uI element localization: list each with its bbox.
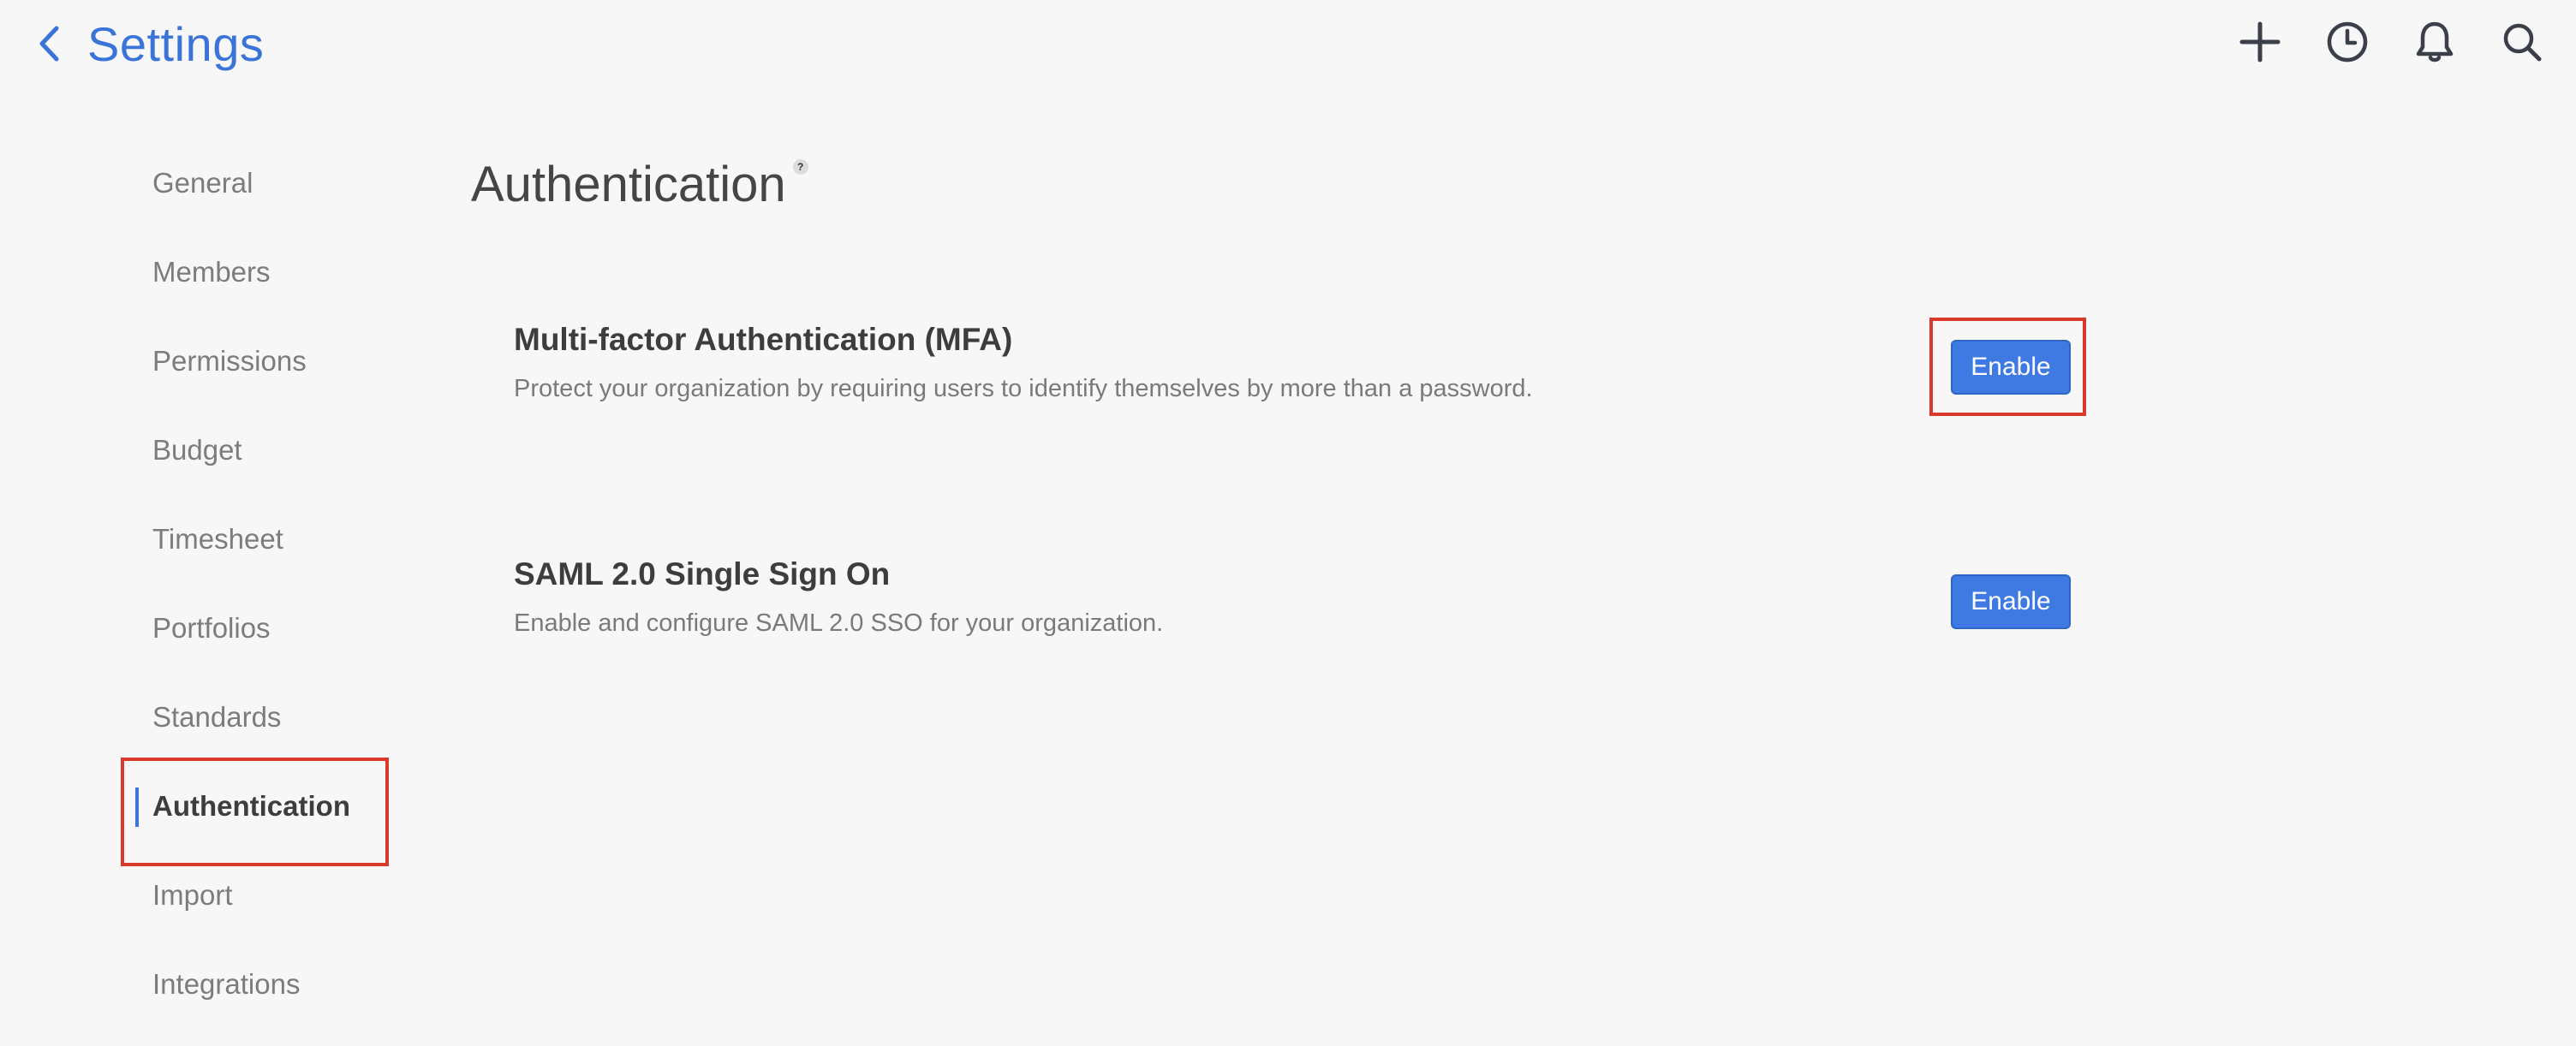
sidebar-item-label: Timesheet [152,523,283,555]
sidebar-item-label: Integrations [152,968,301,1000]
mfa-description: Protect your organization by requiring u… [514,375,1533,402]
notifications-button[interactable] [2413,15,2456,68]
saml-section: SAML 2.0 Single Sign On Enable and confi… [514,556,2072,638]
add-button[interactable] [2239,15,2281,68]
sidebar-highlight-box [121,758,389,866]
plus-icon [2239,21,2281,62]
sidebar-item-budget[interactable]: Budget [122,406,387,495]
sidebar-item-label: Portfolios [152,612,271,644]
mfa-section: Multi-factor Authentication (MFA) Protec… [514,322,2072,403]
settings-page: Settings General Members Permissions Bud… [0,0,2576,1046]
sidebar-item-label: Import [152,879,233,911]
history-button[interactable] [2326,15,2369,68]
sidebar-item-integrations[interactable]: Integrations [122,940,387,1029]
clock-icon [2327,21,2368,62]
saml-title: SAML 2.0 Single Sign On [514,556,891,591]
back-to-settings[interactable]: Settings [38,9,264,79]
sidebar-item-label: Permissions [152,345,307,377]
sidebar-item-label: Members [152,256,271,288]
page-header-title: Settings [87,16,265,71]
mfa-title: Multi-factor Authentication (MFA) [514,322,1013,357]
page-heading: Authentication ? [471,156,808,213]
sidebar-item-label: General [152,167,253,199]
chevron-left-icon[interactable] [38,25,67,62]
help-icon[interactable]: ? [792,159,808,175]
search-icon [2503,23,2542,62]
settings-sidebar: General Members Permissions Budget Times… [122,139,387,1029]
mfa-button-highlight-box [1929,318,2086,416]
search-button[interactable] [2501,15,2543,68]
sidebar-item-general[interactable]: General [122,139,387,228]
saml-description: Enable and configure SAML 2.0 SSO for yo… [514,609,1164,637]
sidebar-item-permissions[interactable]: Permissions [122,317,387,406]
sidebar-item-label: Standards [152,701,282,733]
sidebar-item-portfolios[interactable]: Portfolios [122,584,387,673]
sidebar-item-timesheet[interactable]: Timesheet [122,495,387,584]
header-actions [2239,15,2543,68]
sidebar-item-label: Budget [152,434,242,466]
sidebar-item-members[interactable]: Members [122,228,387,317]
page-title: Authentication [471,157,786,212]
saml-enable-button[interactable]: Enable [1951,574,2071,629]
sidebar-item-standards[interactable]: Standards [122,673,387,762]
bell-icon [2416,21,2454,62]
